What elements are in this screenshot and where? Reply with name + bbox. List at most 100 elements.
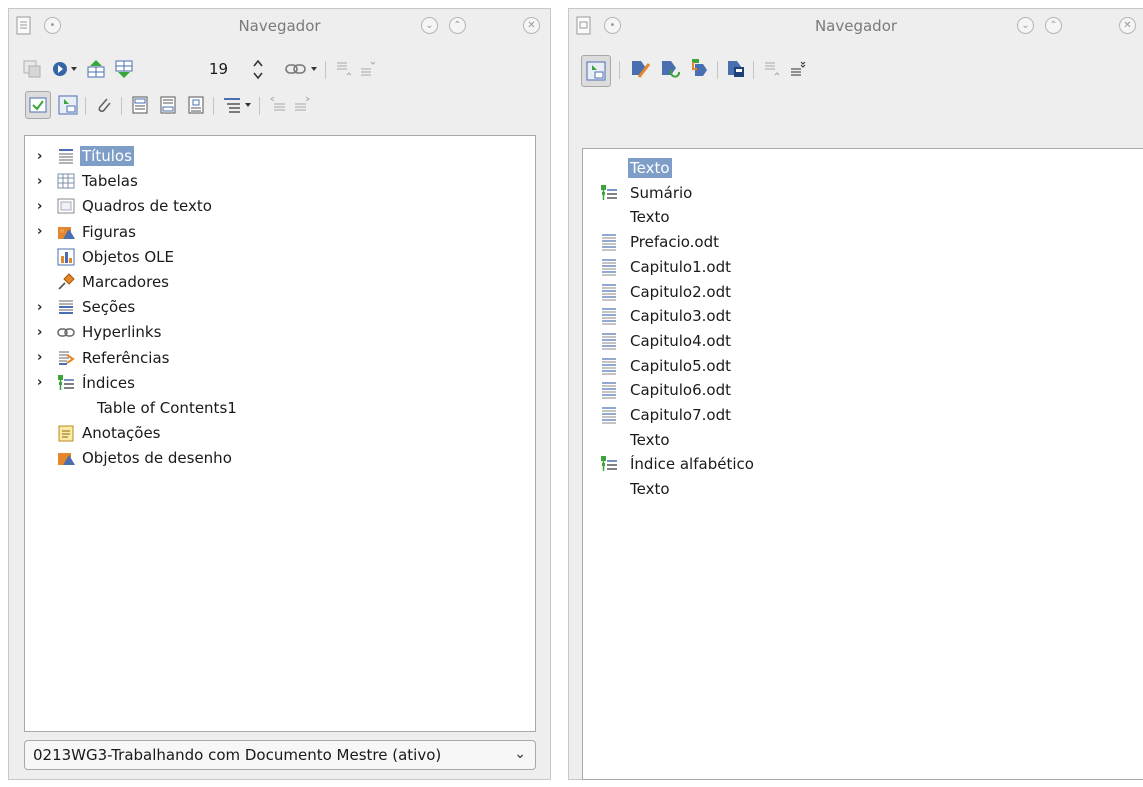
dropdown-arrow-icon[interactable]	[307, 55, 321, 83]
master-item-capitulo7-odt[interactable]: Capitulo7.odt	[583, 403, 1143, 427]
close-button[interactable]: ✕	[1119, 17, 1136, 34]
drag-mode-hyperlink-icon[interactable]	[283, 55, 309, 83]
tree-item-table-of-contents1[interactable]: Table of Contents1	[25, 396, 535, 420]
promote-level-icon[interactable]	[331, 55, 357, 83]
master-item-texto[interactable]: Texto	[583, 428, 1143, 452]
tree-item-label: Hyperlinks	[82, 323, 162, 342]
minimize-button[interactable]: ⌄	[1017, 17, 1034, 34]
master-view-toggle-icon[interactable]	[55, 91, 81, 119]
content-navigation-icon[interactable]	[19, 55, 45, 83]
master-item-capitulo6-odt[interactable]: Capitulo6.odt	[583, 378, 1143, 402]
chevron-down-icon: ⌄	[514, 746, 526, 762]
expand-arrow-icon[interactable]: ›	[37, 224, 47, 239]
tree-item-quadros-de-texto[interactable]: › Quadros de texto	[25, 194, 535, 218]
index-icon	[600, 184, 618, 202]
master-item-capitulo3-odt[interactable]: Capitulo3.odt	[583, 304, 1143, 328]
tree-item-label: Table of Contents1	[97, 399, 237, 417]
headings-icon	[57, 147, 75, 165]
tree-item-hyperlinks[interactable]: › Hyperlinks	[25, 320, 535, 344]
master-item-label: Capitulo3.odt	[630, 307, 731, 326]
expand-arrow-icon[interactable]: ›	[37, 375, 47, 390]
master-item-sumario[interactable]: Sumário	[583, 181, 1143, 205]
master-item-prefacio-odt[interactable]: Prefacio.odt	[583, 230, 1143, 254]
tree-item-label: Objetos de desenho	[82, 449, 232, 468]
update-icon[interactable]	[657, 55, 683, 83]
references-icon	[57, 349, 75, 367]
expand-arrow-icon[interactable]: ›	[37, 300, 47, 315]
maximize-button[interactable]: ⌃	[449, 17, 466, 34]
previous-object-icon[interactable]	[83, 55, 109, 83]
master-item-texto[interactable]: Texto	[583, 205, 1143, 229]
tree-item-anotacoes[interactable]: Anotações	[25, 421, 535, 445]
master-item-label: Prefacio.odt	[630, 233, 719, 252]
master-document-tree[interactable]: Texto Sumário Texto Prefacio.odt Capitulo1.o…	[582, 148, 1143, 780]
tree-item-label: Objetos OLE	[82, 247, 175, 266]
footer-icon[interactable]	[155, 91, 181, 119]
demote-level-icon[interactable]	[355, 55, 381, 83]
toolbar-row-1: 19	[19, 55, 539, 85]
tree-item-label: Anotações	[82, 424, 161, 443]
master-item-label: Capitulo2.odt	[630, 282, 731, 301]
file-lines-icon	[600, 381, 618, 399]
dropdown-arrow-icon[interactable]	[241, 91, 255, 119]
tree-item-referencias[interactable]: › Referências	[25, 346, 535, 370]
master-item-capitulo5-odt[interactable]: Capitulo5.odt	[583, 354, 1143, 378]
page-number-spinner[interactable]: 19	[199, 56, 289, 82]
tree-item-objetos-de-desenho[interactable]: Objetos de desenho	[25, 446, 535, 470]
master-item-capitulo2-odt[interactable]: Capitulo2.odt	[583, 280, 1143, 304]
master-item-label: Sumário	[630, 183, 693, 202]
index-icon	[600, 455, 618, 473]
navigator-window-right: • Navegador ⌄ ⌃ ✕ TextoSumárioTextoPr	[568, 8, 1143, 780]
anchor-icon[interactable]	[183, 91, 209, 119]
move-up-icon[interactable]	[759, 55, 785, 83]
edit-icon[interactable]	[627, 55, 653, 83]
tree-item-marcadores[interactable]: Marcadores	[25, 270, 535, 294]
expand-arrow-icon[interactable]: ›	[37, 350, 47, 365]
file-lines-icon	[600, 332, 618, 350]
minimize-button[interactable]: ⌄	[421, 17, 438, 34]
tree-item-titulos[interactable]: › Títulos	[25, 144, 535, 168]
expand-arrow-icon[interactable]: ›	[37, 325, 47, 340]
dropdown-arrow-icon[interactable]	[67, 55, 81, 83]
separator	[213, 97, 214, 115]
document-select[interactable]: 0213WG3-Trabalhando com Documento Mestre…	[24, 740, 536, 770]
master-item-label: Texto	[630, 208, 670, 227]
hyperlink-icon	[57, 323, 75, 341]
insert-icon[interactable]	[687, 55, 713, 83]
toggle-master-view-icon[interactable]	[581, 55, 611, 87]
master-item-texto[interactable]: Texto	[583, 477, 1143, 501]
move-down-icon[interactable]	[785, 55, 811, 83]
navigator-tree[interactable]: › Títulos › Tabelas › Quadros de texto › Figura…	[24, 135, 536, 732]
expand-arrow-icon[interactable]: ›	[37, 149, 47, 164]
header-icon[interactable]	[127, 91, 153, 119]
navigator-window-left: • Navegador ⌄ ⌃ ✕ 19 › Títulos › Tabelas…	[8, 8, 551, 780]
tree-item-figuras[interactable]: › Figuras	[25, 220, 535, 244]
image-icon	[57, 223, 75, 241]
save-contents-icon[interactable]	[723, 55, 749, 83]
master-item-capitulo4-odt[interactable]: Capitulo4.odt	[583, 329, 1143, 353]
spin-arrows-icon[interactable]	[251, 58, 265, 82]
page-number-value: 19	[209, 60, 229, 78]
tree-item-tabelas[interactable]: › Tabelas	[25, 169, 535, 193]
maximize-button[interactable]: ⌃	[1045, 17, 1062, 34]
title-bar: • Navegador ⌄ ⌃ ✕	[9, 9, 550, 43]
promote-chapter-icon[interactable]	[265, 91, 291, 119]
next-object-icon[interactable]	[111, 55, 137, 83]
table-icon	[57, 172, 75, 190]
tree-item-secoes[interactable]: › Seções	[25, 295, 535, 319]
master-item-label: Índice alfabético	[630, 455, 754, 474]
tree-item-objetos-ole[interactable]: Objetos OLE	[25, 245, 535, 269]
paperclip-icon[interactable]	[91, 91, 117, 119]
tree-item-indices[interactable]: › Índices	[25, 371, 535, 395]
file-lines-icon	[600, 283, 618, 301]
tree-item-label: Tabelas	[82, 172, 138, 191]
separator	[259, 97, 260, 115]
master-item-capitulo1-odt[interactable]: Capitulo1.odt	[583, 255, 1143, 279]
list-box-on-icon[interactable]	[25, 91, 51, 119]
master-item-texto[interactable]: Texto	[583, 156, 1143, 180]
expand-arrow-icon[interactable]: ›	[37, 174, 47, 189]
demote-chapter-icon[interactable]	[289, 91, 315, 119]
expand-arrow-icon[interactable]: ›	[37, 199, 47, 214]
close-button[interactable]: ✕	[523, 17, 540, 34]
master-item-indice-alfabetico[interactable]: Índice alfabético	[583, 452, 1143, 476]
